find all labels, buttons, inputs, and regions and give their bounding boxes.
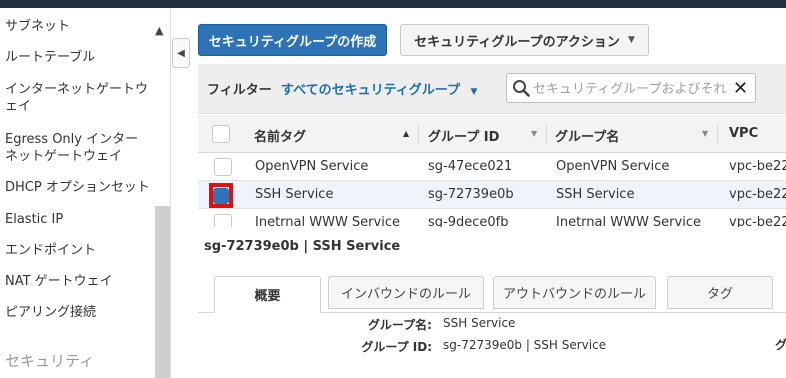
search-box[interactable]: ✕	[506, 73, 756, 103]
column-header-group-name[interactable]: グループ名	[555, 126, 619, 145]
clear-search-icon[interactable]: ✕	[733, 78, 748, 99]
column-divider	[717, 124, 718, 144]
main-content: セキュリティグループの作成 セキュリティグループのアクション ▼ フィルター す…	[192, 8, 786, 378]
sidebar-item-nat-gateways[interactable]: NAT ゲートウェイ	[5, 273, 150, 290]
filter-dropdown-label: すべてのセキュリティグループ	[281, 83, 461, 98]
sort-icon[interactable]: ▼	[702, 129, 708, 138]
chevron-left-icon: ◀	[177, 47, 185, 59]
sidebar-section-security: セキュリティ	[5, 352, 95, 370]
tab-inbound-rules[interactable]: インバウンドのルール	[328, 276, 484, 309]
chevron-down-icon: ▼	[470, 87, 478, 97]
select-all-checkbox[interactable]	[212, 125, 230, 143]
cell-vpc: vpc-be223	[729, 159, 786, 174]
column-divider	[418, 124, 419, 144]
sort-ascending-icon[interactable]: ▲	[403, 129, 409, 138]
search-icon	[513, 80, 530, 97]
cell-group-name: Inetrnal WWW Service	[556, 215, 701, 227]
search-input[interactable]	[533, 80, 729, 98]
group-id-value: sg-72739e0b | SSH Service	[443, 338, 607, 352]
cell-name-tag: OpenVPN Service	[255, 159, 369, 174]
table-body: OpenVPN Service sg-47ece021 OpenVPN Serv…	[192, 153, 786, 227]
checkbox-checked-icon	[213, 187, 229, 204]
sidebar-item-elastic-ip[interactable]: Elastic IP	[5, 211, 150, 228]
filter-label: フィルター	[207, 83, 272, 98]
row-checkbox[interactable]	[214, 214, 232, 227]
create-security-group-button[interactable]: セキュリティグループの作成	[198, 24, 387, 56]
sort-icon[interactable]: ▼	[531, 129, 537, 138]
cell-vpc: vpc-be223	[729, 215, 786, 227]
table-row[interactable]: SSH Service sg-72739e0b SSH Service vpc-…	[198, 181, 786, 209]
group-name-value: SSH Service	[443, 316, 516, 330]
detail-title: sg-72739e0b | SSH Service	[204, 239, 401, 254]
cell-group-id: sg-47ece021	[428, 159, 513, 174]
cell-group-name: OpenVPN Service	[556, 159, 670, 174]
chevron-down-icon: ▼	[627, 35, 635, 45]
clipped-field-label: グ	[775, 338, 786, 352]
sidebar-item-egress-only-igw[interactable]: Egress Only インターネットゲートウェイ	[5, 131, 141, 165]
group-id-label: グループ ID:	[361, 340, 432, 354]
top-nav-bar	[0, 0, 786, 8]
tab-outbound-rules[interactable]: アウトバウンドのルール	[493, 276, 656, 309]
security-group-actions-button[interactable]: セキュリティグループのアクション ▼	[400, 24, 649, 56]
column-header-vpc[interactable]: VPC	[729, 126, 758, 141]
sidebar-scrollbar[interactable]	[155, 206, 170, 378]
sidebar-item-peering[interactable]: ピアリング接続	[5, 304, 150, 321]
column-divider	[546, 124, 547, 144]
column-header-name-tag[interactable]: 名前タグ	[254, 126, 306, 145]
scroll-up-icon[interactable]: ▲	[155, 24, 163, 37]
filter-bar: フィルター すべてのセキュリティグループ ▼ ✕	[198, 64, 786, 114]
cell-name-tag: Inetrnal WWW Service	[255, 215, 400, 227]
sidebar-item-internet-gateways[interactable]: インターネットゲートウェイ	[5, 81, 151, 115]
sidebar-item-endpoints[interactable]: エンドポイント	[5, 242, 150, 259]
filter-dropdown[interactable]: すべてのセキュリティグループ ▼	[281, 79, 477, 98]
selected-row-checkbox[interactable]	[209, 183, 233, 208]
collapse-sidebar-button[interactable]: ◀	[172, 38, 190, 68]
sidebar: サブネット ルートテーブル インターネットゲートウェイ Egress Only …	[0, 8, 170, 378]
sidebar-item-subnets[interactable]: サブネット	[5, 18, 150, 35]
table-row[interactable]: Inetrnal WWW Service sg-9dece0fb Inetrna…	[198, 209, 786, 227]
table-row[interactable]: OpenVPN Service sg-47ece021 OpenVPN Serv…	[198, 153, 786, 181]
cell-group-id: sg-72739e0b	[428, 187, 514, 202]
group-name-label: グループ名:	[367, 318, 432, 332]
sidebar-item-dhcp-options[interactable]: DHCP オプションセット	[5, 179, 150, 196]
row-checkbox[interactable]	[214, 158, 232, 176]
tab-overview[interactable]: 概要	[214, 276, 321, 313]
sidebar-item-route-tables[interactable]: ルートテーブル	[5, 49, 150, 66]
tab-tags[interactable]: タグ	[667, 276, 773, 309]
column-header-group-id[interactable]: グループ ID	[428, 126, 499, 145]
cell-name-tag: SSH Service	[255, 187, 334, 202]
cell-group-id: sg-9dece0fb	[428, 215, 509, 227]
cell-vpc: vpc-be223	[729, 187, 786, 202]
actions-label: セキュリティグループのアクション	[414, 34, 620, 50]
cell-group-name: SSH Service	[556, 187, 635, 202]
table-header: 名前タグ ▲ グループ ID ▼ グループ名 ▼ VPC	[198, 115, 786, 153]
